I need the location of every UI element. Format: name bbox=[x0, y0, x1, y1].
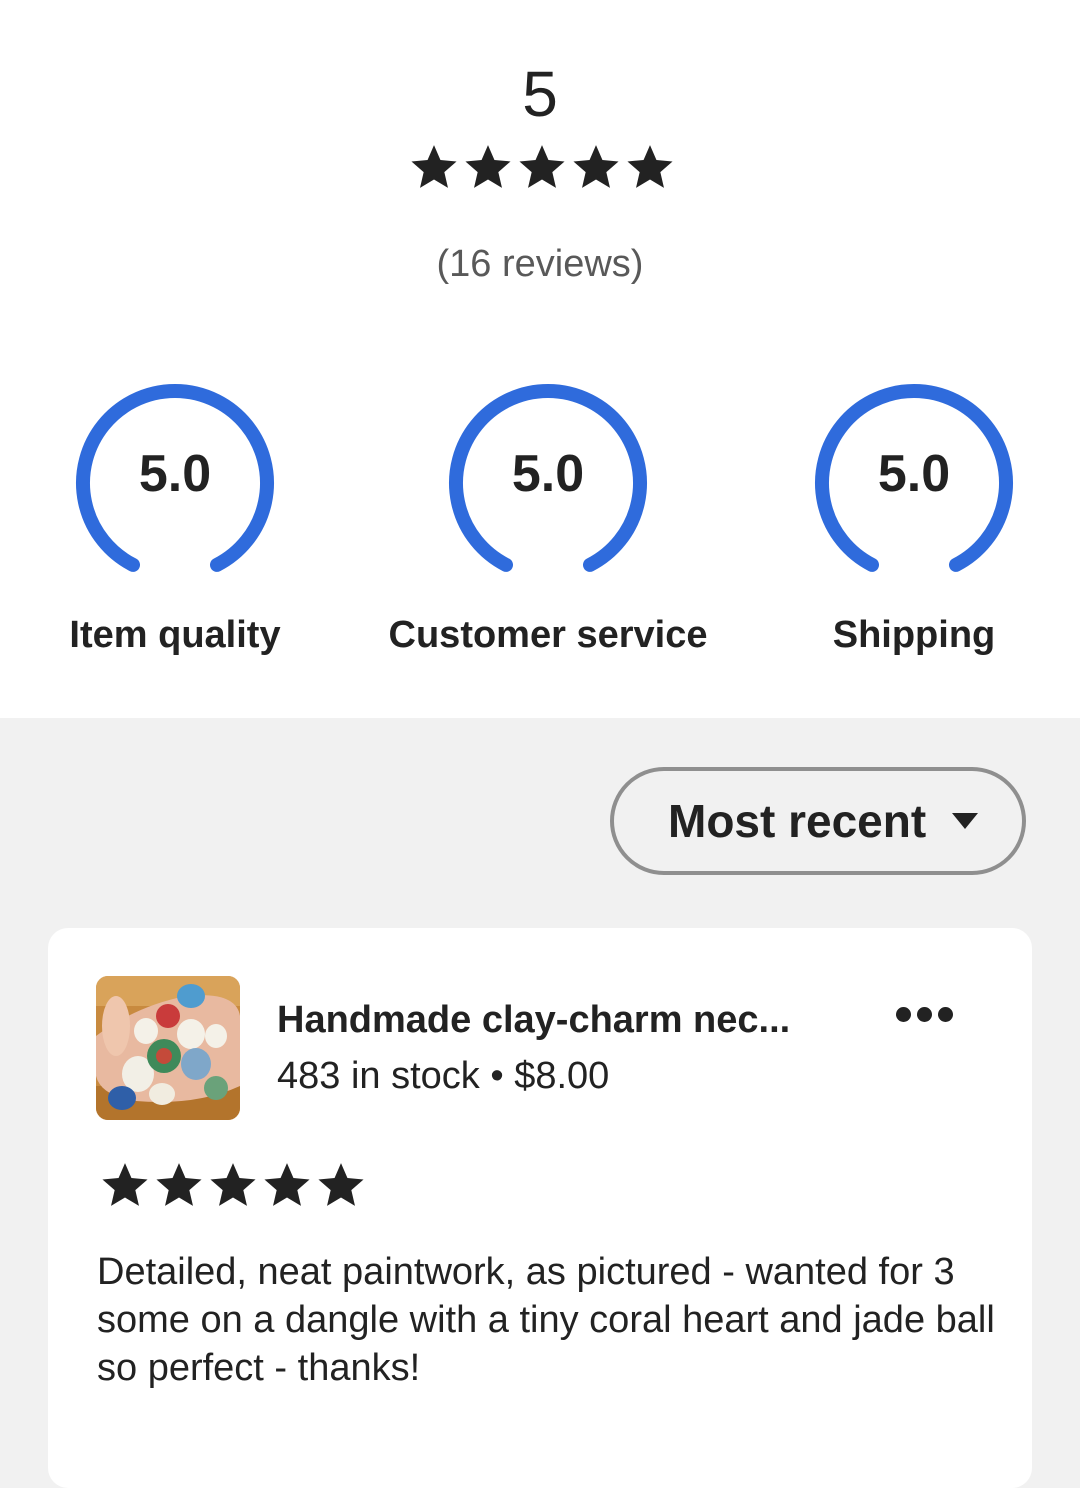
star-icon bbox=[519, 145, 565, 188]
average-star-rating bbox=[409, 142, 675, 192]
listing-stock-price: 483 in stock • $8.00 bbox=[277, 1055, 610, 1097]
star-icon bbox=[573, 145, 619, 188]
customer-service-label: Customer service bbox=[388, 614, 708, 656]
review-text: Detailed, neat paintwork, as pictured - … bbox=[97, 1251, 995, 1389]
caret-down-icon bbox=[952, 813, 979, 829]
star-icon bbox=[102, 1163, 148, 1206]
sort-dropdown[interactable]: Most recent bbox=[610, 767, 1026, 875]
shipping-score: 5.0 bbox=[877, 445, 951, 503]
star-icon bbox=[210, 1163, 256, 1206]
star-icon bbox=[156, 1163, 202, 1206]
review-card: Handmade clay-charm nec... 483 in stock … bbox=[48, 928, 1032, 1488]
star-icon bbox=[411, 145, 457, 188]
star-icon bbox=[465, 145, 511, 188]
customer-service-gauge: 5.0 bbox=[443, 372, 653, 582]
star-icon bbox=[264, 1163, 310, 1206]
listing-thumbnail[interactable] bbox=[96, 976, 240, 1120]
clay-charms-photo bbox=[96, 976, 240, 1120]
shipping-label: Shipping bbox=[832, 614, 996, 656]
item-quality-label: Item quality bbox=[69, 614, 281, 656]
rating-summary: 5 (16 reviews) 5.0 5.0 5.0 Item quality … bbox=[0, 0, 1080, 718]
item-quality-gauge: 5.0 bbox=[70, 372, 280, 582]
listing-title[interactable]: Handmade clay-charm nec... bbox=[277, 996, 790, 1044]
review-star-rating bbox=[100, 1160, 366, 1210]
ellipsis-dot bbox=[937, 1006, 953, 1022]
item-quality-score: 5.0 bbox=[138, 445, 212, 503]
review-count: (16 reviews) bbox=[436, 243, 644, 285]
customer-service-score: 5.0 bbox=[511, 445, 585, 503]
sort-label: Most recent bbox=[668, 795, 927, 847]
ellipsis-dot bbox=[916, 1006, 932, 1022]
star-icon bbox=[627, 145, 673, 188]
average-rating: 5 bbox=[522, 58, 558, 130]
star-icon bbox=[318, 1163, 364, 1206]
more-options-button[interactable] bbox=[884, 994, 964, 1034]
ellipsis-dot bbox=[895, 1006, 911, 1022]
shipping-gauge: 5.0 bbox=[809, 372, 1019, 582]
